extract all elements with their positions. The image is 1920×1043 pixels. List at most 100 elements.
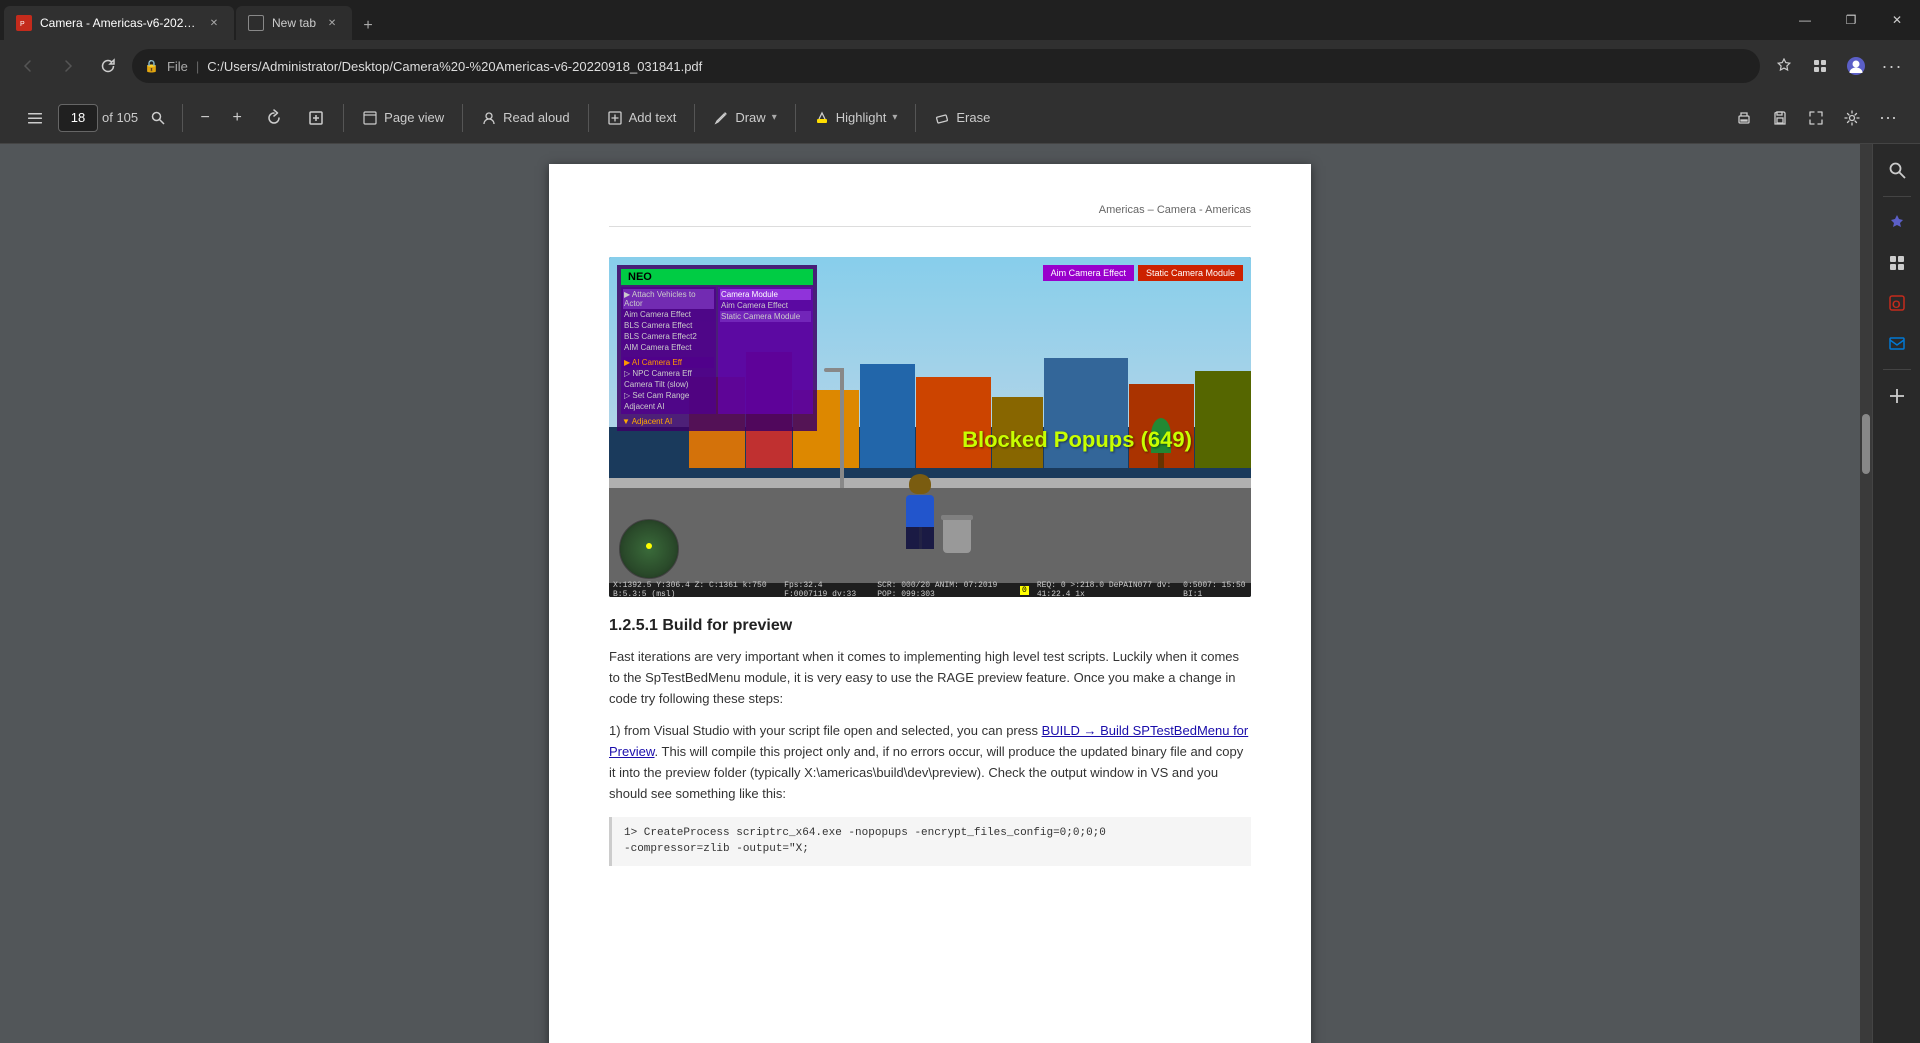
pdf-search-button[interactable] [142, 102, 174, 134]
street-light [840, 368, 844, 488]
zoom-in-button[interactable]: + [223, 104, 251, 132]
status-fps: Fps:32.4 F:0007119 dv:33 [784, 581, 869, 597]
scrollbar[interactable] [1860, 144, 1872, 1043]
page-view-button[interactable]: Page view [352, 101, 454, 135]
erase-label: Erase [956, 110, 990, 125]
code-line-1: 1> CreateProcess scriptrc_x64.exe -nopop… [624, 825, 1239, 842]
zoom-out-button[interactable]: − [191, 104, 219, 132]
neo-label: NEO [625, 271, 655, 283]
title-bar: P Camera - Americas-v6-20220918... ✕ New… [0, 0, 1920, 40]
sidebar-copilot-button[interactable] [1879, 205, 1915, 241]
new-tab-label: New tab [272, 16, 316, 30]
toolbar-sep-2 [343, 104, 344, 132]
sidebar-toggle-button[interactable] [16, 101, 54, 135]
status-coords: X:1392.5 Y:306.4 Z: C:1361 k:750 B:5.3:5… [613, 581, 776, 597]
sidebar-outlook-button[interactable] [1879, 325, 1915, 361]
page-navigation: of 105 [58, 104, 138, 132]
minimap [619, 519, 679, 579]
maximize-button[interactable]: ❐ [1828, 0, 1874, 40]
forward-button[interactable] [52, 50, 84, 82]
toolbar-sep-1 [182, 104, 183, 132]
sidebar-extensions-button[interactable] [1879, 245, 1915, 281]
draw-button[interactable]: Draw ▾ [703, 101, 786, 135]
new-tab-tab[interactable]: New tab ✕ [236, 6, 352, 40]
new-tab-close-btn[interactable]: ✕ [324, 15, 340, 31]
back-button[interactable] [12, 50, 44, 82]
building-5 [916, 377, 990, 467]
svg-text:P: P [20, 21, 25, 28]
pdf-tab-favicon: P [16, 15, 32, 31]
highlight-label: Highlight [836, 110, 887, 125]
favorites-button[interactable] [1768, 50, 1800, 82]
scrollbar-thumb[interactable] [1862, 414, 1870, 474]
code-line-2: -compressor=zlib -output="X; [624, 841, 1239, 858]
print-button[interactable] [1728, 102, 1760, 134]
draw-dropdown-icon: ▾ [772, 112, 777, 123]
code-block: 1> CreateProcess scriptrc_x64.exe -nopop… [609, 817, 1251, 866]
trash-can [943, 515, 971, 553]
pdf-tab-label: Camera - Americas-v6-20220918... [40, 16, 198, 30]
build-link[interactable]: BUILD → Build SPTestBedMenu for Preview [609, 723, 1248, 759]
toolbar-sep-4 [588, 104, 589, 132]
status-highlight: 0 [1020, 586, 1029, 595]
page-number-input[interactable] [58, 104, 98, 132]
building-4 [860, 364, 916, 467]
game-menu: NEO ▶ Attach Vehicles to Actor Aim Camer… [617, 265, 817, 431]
extensions-button[interactable] [1804, 50, 1836, 82]
pdf-settings-button[interactable] [1836, 102, 1868, 134]
rotate-button[interactable] [255, 101, 293, 135]
game-screenshot: NEO ▶ Attach Vehicles to Actor Aim Camer… [609, 257, 1251, 597]
sidebar-office-button[interactable]: O [1879, 285, 1915, 321]
add-text-label: Add text [629, 110, 677, 125]
draw-label: Draw [735, 110, 765, 125]
step-1-text: 1) from Visual Studio with your script f… [609, 721, 1251, 804]
menu-col2-item-2: Aim Camera Effect [720, 300, 811, 311]
sidebar-search-button[interactable] [1879, 152, 1915, 188]
popup-item-1: Aim Camera Effect [1043, 265, 1134, 281]
new-tab-favicon [248, 15, 264, 31]
read-aloud-label: Read aloud [503, 110, 570, 125]
window-controls: — ❐ ✕ [1782, 0, 1920, 40]
menu-sub-4: Adjacent AI [623, 401, 714, 412]
pdf-tab-close-btn[interactable]: ✕ [206, 15, 222, 31]
expand-button[interactable] [1800, 102, 1832, 134]
pdf-tab[interactable]: P Camera - Americas-v6-20220918... ✕ [4, 6, 234, 40]
menu-sub-2: Camera Tilt (slow) [623, 379, 714, 390]
header-text: Americas – Camera - Americas [1099, 204, 1251, 216]
highlight-button[interactable]: Highlight ▾ [804, 101, 908, 135]
refresh-button[interactable] [92, 50, 124, 82]
minimize-button[interactable]: — [1782, 0, 1828, 40]
menu-section-header: ▶ AI Camera Eff [623, 357, 714, 368]
profile-button[interactable] [1840, 50, 1872, 82]
new-tab-button[interactable]: + [354, 12, 382, 40]
pdf-page: Americas – Camera - Americas [549, 164, 1311, 1043]
nav-actions: ··· [1768, 50, 1908, 82]
toolbar-sep-3 [462, 104, 463, 132]
tab-container: P Camera - Americas-v6-20220918... ✕ New… [0, 0, 1920, 40]
game-menu-columns: ▶ Attach Vehicles to Actor Aim Camera Ef… [621, 287, 813, 414]
page-view-label: Page view [384, 110, 444, 125]
read-aloud-button[interactable]: Read aloud [471, 101, 580, 135]
game-menu-col2: Camera Module Aim Camera Effect Static C… [718, 287, 813, 414]
fit-page-button[interactable] [297, 101, 335, 135]
more-tools-button[interactable]: ··· [1872, 102, 1904, 134]
add-text-button[interactable]: Add text [597, 101, 687, 135]
address-protocol: File [167, 59, 188, 74]
sidebar-add-button[interactable] [1879, 378, 1915, 414]
toolbar-sep-5 [694, 104, 695, 132]
erase-button[interactable]: Erase [924, 101, 1000, 135]
more-button[interactable]: ··· [1876, 50, 1908, 82]
save-button[interactable] [1764, 102, 1796, 134]
address-bar[interactable]: 🔒 File | C:/Users/Administrator/Desktop/… [132, 49, 1760, 83]
menu-col2-item-1: Camera Module [720, 289, 811, 300]
pdf-viewer[interactable]: Americas – Camera - Americas [0, 144, 1860, 1043]
building-9 [1195, 371, 1251, 468]
menu-footer: ▼ Adjacent AI [621, 416, 813, 427]
address-separator: | [196, 59, 199, 74]
menu-col2-item-3: Static Camera Module [720, 311, 811, 322]
lock-icon: 🔒 [144, 59, 159, 73]
status-req: REQ: 0 >:218.0 DePAIN077 dv: 41:22.4 1x [1037, 581, 1175, 597]
close-button[interactable]: ✕ [1874, 0, 1920, 40]
game-character [904, 474, 936, 549]
popup-item-2: Static Camera Module [1138, 265, 1243, 281]
